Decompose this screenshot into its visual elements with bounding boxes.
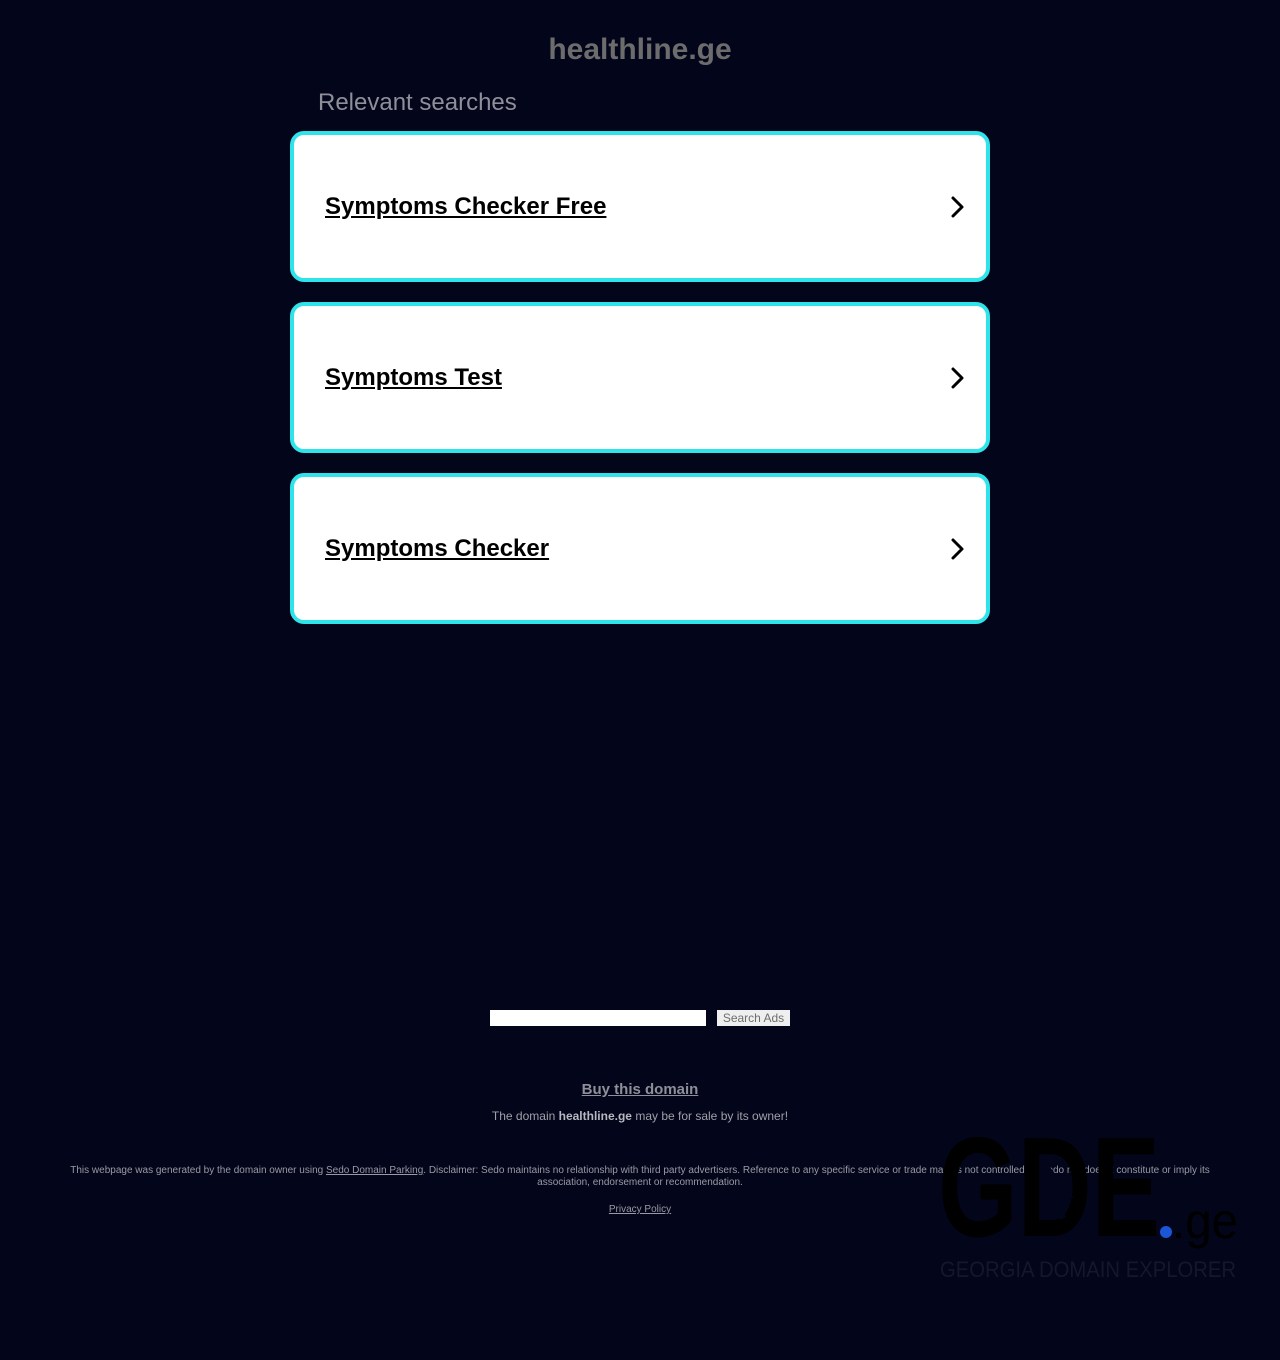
domain-title: healthline.ge — [548, 33, 732, 66]
chevron-right-icon — [951, 367, 964, 388]
search-input[interactable] — [490, 1010, 706, 1026]
gde-georgia-domain-explorer-logo: GDE .ge GEORGIA DOMAIN EXPLORER — [938, 1110, 1238, 1282]
search-result-link[interactable]: Symptoms Checker Free — [325, 192, 606, 222]
buy-domain-link[interactable]: Buy this domain — [582, 1081, 699, 1098]
logo-tld-text: .ge — [1172, 1193, 1238, 1249]
search-result-link[interactable]: Symptoms Test — [325, 363, 502, 393]
search-result-card-symptoms-checker-free[interactable]: Symptoms Checker Free — [290, 131, 990, 282]
relevant-searches-heading: Relevant searches — [318, 89, 517, 116]
search-result-card-symptoms-test[interactable]: Symptoms Test — [290, 302, 990, 453]
sale-notice-prefix: The domain — [491, 1109, 559, 1123]
buy-domain-section: Buy this domain — [0, 1081, 1280, 1099]
logo-tagline: GEORGIA DOMAIN EXPLORER — [940, 1257, 1236, 1282]
parked-domain-page: healthline.ge Relevant searches Symptoms… — [0, 0, 1280, 1360]
search-result-link[interactable]: Symptoms Checker — [325, 534, 549, 564]
logo-dot — [1160, 1226, 1172, 1238]
privacy-policy-link[interactable]: Privacy Policy — [609, 1204, 671, 1215]
sale-notice-suffix: may be for sale by its owner! — [631, 1109, 789, 1123]
sedo-parking-link[interactable]: Sedo Domain Parking — [326, 1165, 423, 1176]
chevron-right-icon — [951, 196, 964, 217]
chevron-right-icon — [951, 538, 964, 559]
sale-notice-domain: healthline.ge — [558, 1109, 632, 1123]
disclaimer-prefix: This webpage was generated by the domain… — [70, 1165, 326, 1176]
search-ads-button[interactable]: Search Ads — [717, 1010, 790, 1026]
search-result-card-symptoms-checker[interactable]: Symptoms Checker — [290, 473, 990, 624]
